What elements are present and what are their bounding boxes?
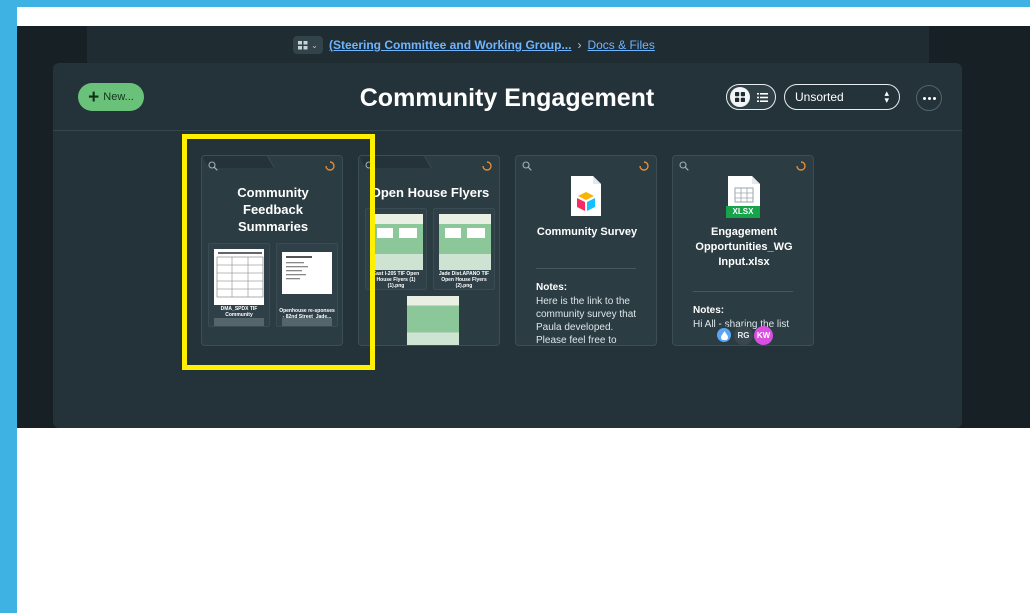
app-area: ⌄ (Steering Committee and Working Group.… xyxy=(17,26,1030,428)
more-dot xyxy=(927,96,931,100)
breadcrumb: ⌄ (Steering Committee and Working Group.… xyxy=(293,36,655,54)
folder-title: Open House Flyers xyxy=(370,185,490,200)
selection-highlight xyxy=(182,134,375,370)
xlsx-file-icon: XLSX xyxy=(726,174,762,220)
workspace-switcher[interactable]: ⌄ xyxy=(293,36,323,54)
flyer-preview xyxy=(407,296,459,345)
flyer-preview xyxy=(439,214,491,270)
chevron-down-icon: ⌄ xyxy=(311,40,318,50)
more-options-button[interactable] xyxy=(916,85,942,111)
list-view-icon xyxy=(756,92,768,102)
header-divider xyxy=(53,130,962,131)
card-divider xyxy=(693,291,793,292)
breadcrumb-parent-link[interactable]: (Steering Committee and Working Group... xyxy=(329,38,571,52)
thumbnail-caption: East I-205 TIF Open House Flyers (1) (1)… xyxy=(372,271,420,289)
plus-icon: + xyxy=(88,86,100,108)
view-toggle[interactable] xyxy=(726,84,776,110)
avatar-rg[interactable]: RG xyxy=(734,326,753,345)
list-view-button[interactable] xyxy=(754,89,770,105)
new-button-label: New... xyxy=(103,91,134,103)
xlsx-badge: XLSX xyxy=(726,206,760,218)
file-card-community-survey[interactable]: Community Survey Notes: Here is the link… xyxy=(515,155,657,346)
card-divider xyxy=(536,268,636,269)
grid-view-icon xyxy=(735,92,745,102)
flyer-image-icon xyxy=(439,214,491,270)
loading-spinner-icon xyxy=(639,161,649,171)
file-name: Engagement Opportunities_WG Input.xlsx xyxy=(695,226,793,268)
collaborator-avatar[interactable] xyxy=(715,326,733,344)
loading-spinner-icon xyxy=(796,161,806,171)
file-name: Community Survey xyxy=(536,226,638,238)
new-button[interactable]: + New... xyxy=(78,83,144,111)
folder-card-open-house-flyers[interactable]: Open House Flyers East I-205 TIF Open Ho… xyxy=(358,155,500,346)
breadcrumb-current-link[interactable]: Docs & Files xyxy=(587,38,654,52)
zoom-icon[interactable] xyxy=(679,161,689,171)
loading-spinner-icon xyxy=(482,161,492,171)
notes-label: Notes: xyxy=(693,305,725,316)
updown-arrows-icon: ▴ ▾ xyxy=(884,88,889,105)
window-frame-top xyxy=(0,0,1030,7)
more-dot xyxy=(922,96,926,100)
notes-text: Here is the link to the community survey… xyxy=(536,296,637,346)
airtable-icon xyxy=(571,176,601,216)
flyer-thumbnail[interactable] xyxy=(402,294,464,345)
breadcrumb-separator: › xyxy=(577,38,582,52)
flyer-image-icon xyxy=(371,214,423,270)
sort-select[interactable]: Unsorted ▴ ▾ xyxy=(784,84,900,110)
thumbnail-caption: Jade Dist.APANO TIF Open House Flyers (2… xyxy=(438,271,490,289)
avatar-kw[interactable]: KW xyxy=(754,326,773,345)
window-frame-left xyxy=(0,0,17,613)
flyer-preview xyxy=(371,214,423,270)
zoom-icon[interactable] xyxy=(522,161,532,171)
flyer-thumbnail[interactable]: Jade Dist.APANO TIF Open House Flyers (2… xyxy=(433,208,495,290)
grid-icon xyxy=(298,40,308,49)
grid-view-button[interactable] xyxy=(730,87,750,107)
more-dot xyxy=(932,96,936,100)
notes-label: Notes: xyxy=(536,282,568,293)
file-card-engagement-opportunities[interactable]: XLSX Engagement Opportunities_WG Input.x… xyxy=(672,155,814,346)
page-title: Community Engagement xyxy=(359,84,655,112)
drop-icon xyxy=(720,330,728,340)
sort-select-value: Unsorted xyxy=(795,90,844,104)
